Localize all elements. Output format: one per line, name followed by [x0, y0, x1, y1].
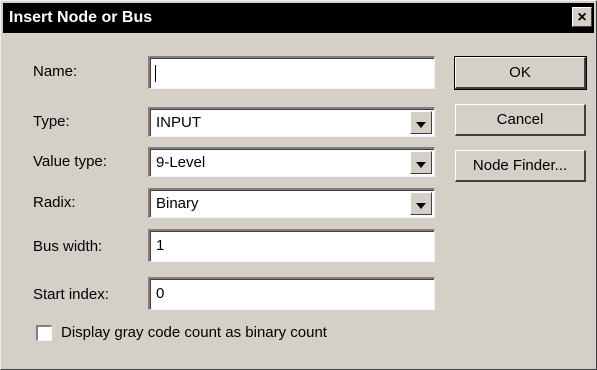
value-type-label: Value type:: [33, 153, 107, 170]
title-bar[interactable]: Insert Node or Bus ×: [3, 3, 594, 33]
name-label: Name:: [33, 63, 78, 80]
text-caret: [155, 65, 156, 82]
bus-width-input[interactable]: 1: [148, 229, 435, 262]
type-label: Type:: [33, 113, 70, 130]
value-type-value: 9-Level: [156, 154, 206, 171]
type-select[interactable]: INPUT: [148, 107, 435, 137]
cancel-label: Cancel: [496, 111, 544, 128]
start-index-label: Start index:: [33, 286, 109, 303]
close-button[interactable]: ×: [572, 7, 592, 27]
gray-code-checkbox[interactable]: [36, 325, 52, 341]
insert-node-dialog: Insert Node or Bus × Name: Type: INPUT V…: [0, 0, 597, 370]
bus-width-label: Bus width:: [33, 238, 103, 255]
radix-select[interactable]: Binary: [148, 188, 435, 218]
window-title: Insert Node or Bus: [9, 9, 153, 26]
gray-code-label[interactable]: Display gray code count as binary count: [61, 324, 327, 341]
node-finder-label: Node Finder...: [472, 157, 568, 174]
ok-button[interactable]: OK: [454, 56, 587, 90]
start-index-value: 0: [156, 285, 165, 302]
radix-value: Binary: [156, 195, 199, 212]
start-index-input[interactable]: 0: [148, 277, 435, 310]
value-type-select[interactable]: 9-Level: [148, 147, 435, 177]
ok-label: OK: [509, 64, 531, 81]
chevron-down-icon[interactable]: [410, 111, 432, 134]
name-input[interactable]: [148, 56, 435, 89]
chevron-down-icon[interactable]: [410, 151, 432, 174]
close-icon: ×: [577, 9, 587, 26]
radix-label: Radix:: [33, 194, 76, 211]
type-value: INPUT: [156, 114, 201, 131]
node-finder-button[interactable]: Node Finder...: [455, 150, 586, 182]
cancel-button[interactable]: Cancel: [455, 104, 586, 136]
bus-width-value: 1: [156, 237, 165, 254]
chevron-down-icon[interactable]: [410, 192, 432, 215]
